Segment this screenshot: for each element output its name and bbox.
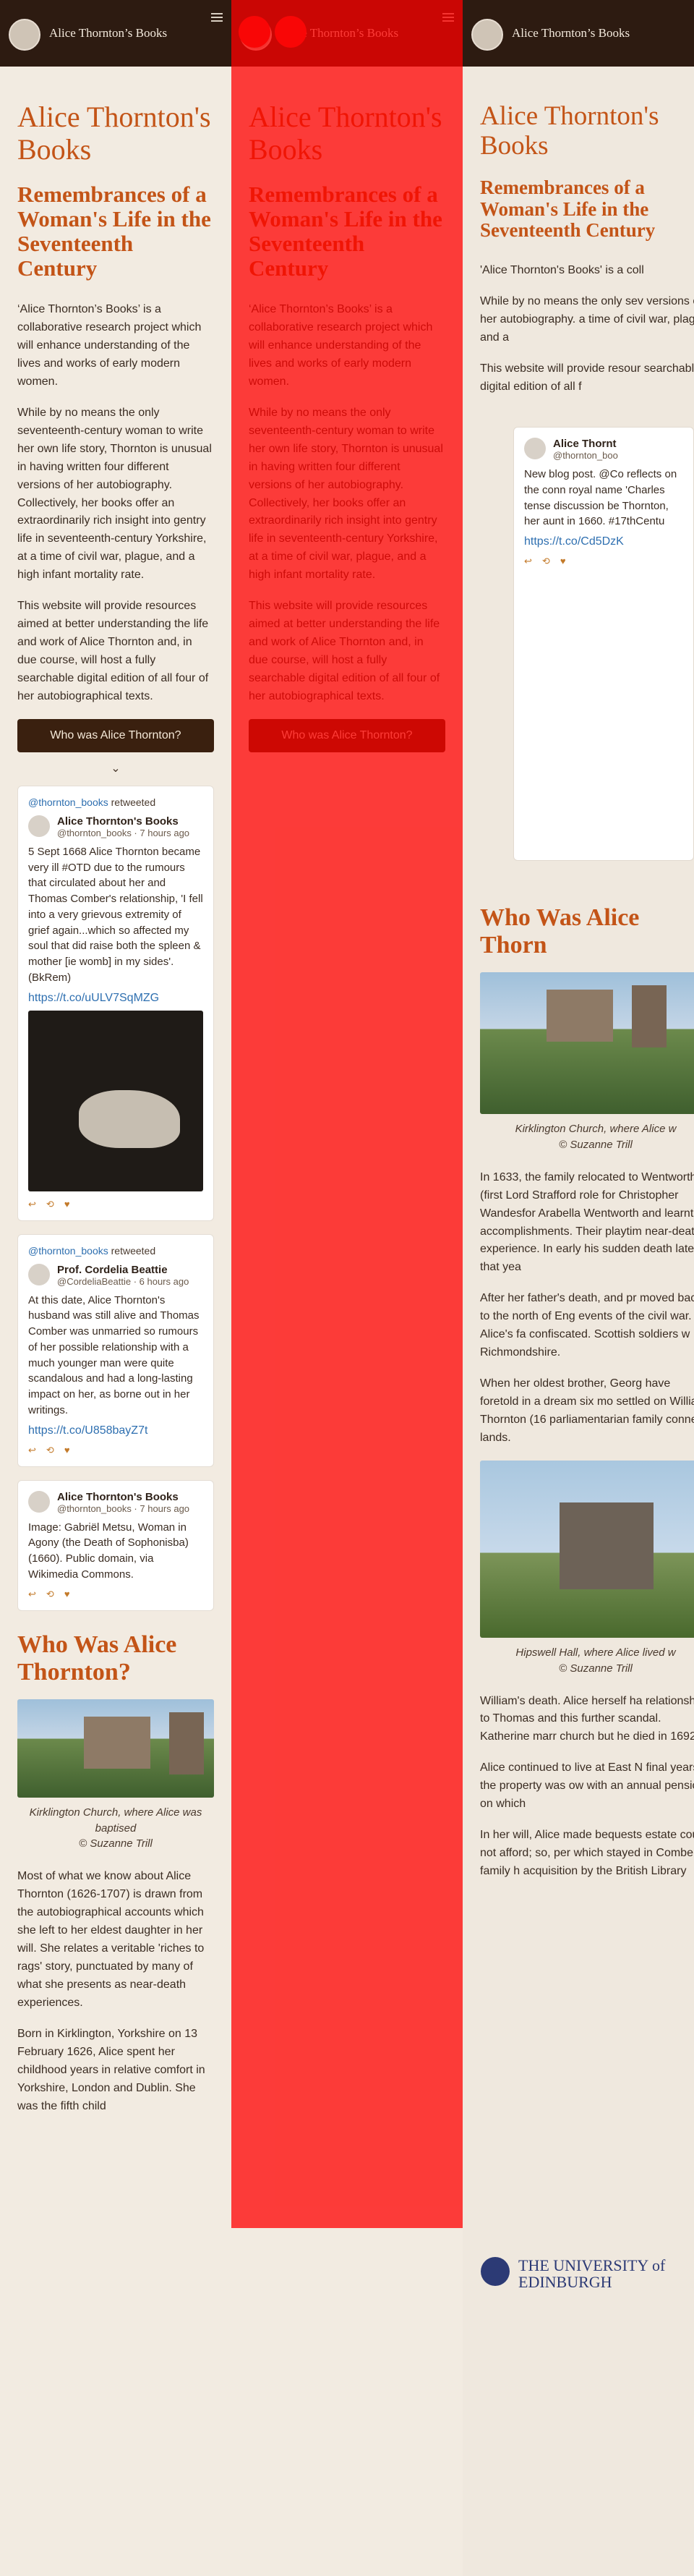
col3-text-1: In 1633, the family relocated to Wentwor…: [480, 1170, 694, 1274]
site-logo[interactable]: [471, 19, 503, 51]
retweet-icon[interactable]: ⟲: [46, 1589, 54, 1600]
who-was-button[interactable]: Who was Alice Thornton?: [17, 718, 214, 752]
church-caption: Kirklington Church, where Alice was bapt…: [29, 1806, 202, 1850]
tweet-image[interactable]: [28, 1010, 203, 1191]
tweet-header: Alice Thornton's Books @thornton_books ·…: [28, 1490, 203, 1514]
university-name: THE UNIVERSITY of EDINBURGH: [518, 2256, 666, 2292]
avatar[interactable]: [28, 1263, 50, 1285]
tweet-author[interactable]: Alice Thornt: [553, 438, 618, 450]
tweet-author[interactable]: Alice Thornton's Books: [57, 1491, 189, 1503]
like-icon[interactable]: ♥: [64, 1199, 70, 1210]
site-title[interactable]: Alice Thornton’s Books: [512, 26, 630, 41]
like-icon[interactable]: ♥: [64, 1589, 70, 1600]
retweet-line: @thornton_books retweeted: [28, 796, 203, 808]
tweet-text: Image: Gabriël Metsu, Woman in Agony (th…: [28, 1521, 189, 1581]
col3-paragraph-2: While by no means the only sev versions …: [480, 294, 694, 344]
reply-icon[interactable]: ↩: [28, 1445, 36, 1456]
col3-text-3: When her oldest brother, Georg have fore…: [480, 1377, 694, 1445]
tweet-handle[interactable]: @thornton_books · 7 hours ago: [57, 1503, 189, 1514]
tweet-text: New blog post. @Co reflects on the conn …: [524, 468, 677, 528]
tweet-header: Prof. Cordelia Beattie @CordeliaBeattie …: [28, 1263, 203, 1287]
col3-paragraph-3: This website will provide resour searcha…: [480, 362, 694, 393]
like-icon[interactable]: ♥: [560, 556, 566, 567]
sidebar-tweet: Alice Thornt @thornton_boo New blog post…: [513, 427, 694, 861]
intro-paragraph-3: This website will provide resources aime…: [17, 600, 209, 703]
page-title: Alice Thornton's Books: [17, 101, 211, 166]
university-logo[interactable]: THE UNIVERSITY of EDINBURGH: [481, 2256, 676, 2292]
tweet-actions: ↩ ⟲ ♥: [524, 556, 683, 567]
tweet-card: @thornton_books retweeted Prof. Cordelia…: [17, 1233, 214, 1467]
tweet-handle[interactable]: @thornton_books · 7 hours ago: [57, 828, 189, 838]
who-heading: Who Was Alice Thorn: [480, 904, 640, 959]
avatar[interactable]: [524, 438, 546, 459]
reply-icon[interactable]: ↩: [28, 1199, 36, 1210]
church-image[interactable]: [17, 1699, 214, 1798]
tweet-author[interactable]: Prof. Cordelia Beattie: [57, 1264, 189, 1276]
hipswell-caption: Hipswell Hall, where Alice lived w © Suz…: [515, 1646, 676, 1675]
retweet-icon[interactable]: ⟲: [542, 556, 550, 567]
tweet-author[interactable]: Alice Thornton's Books: [57, 815, 189, 828]
retweet-user-link[interactable]: @thornton_books: [28, 796, 108, 808]
col3-text-5: Alice continued to live at East N final …: [480, 1761, 694, 1811]
tweet-header: Alice Thornt @thornton_boo: [524, 438, 683, 461]
tweet-link[interactable]: https://t.co/uULV7SqMZG: [28, 992, 159, 1004]
tweet-actions: ↩ ⟲ ♥: [28, 1589, 203, 1600]
crest-icon: [481, 2257, 510, 2286]
retweet-suffix: retweeted: [111, 796, 156, 808]
retweet-user-link[interactable]: @thornton_books: [28, 1245, 108, 1257]
col3-text-4: William's death. Alice herself ha relati…: [480, 1694, 694, 1743]
who-heading: Who Was Alice Thornton?: [17, 1631, 177, 1686]
desktop-content: Alice Thornton's Books Remembrances of a…: [480, 101, 694, 409]
tweet-card: Alice Thornton's Books @thornton_books ·…: [17, 1479, 214, 1611]
church-caption: Kirklington Church, where Alice w © Suza…: [515, 1123, 677, 1151]
tweet-header: Alice Thornton's Books @thornton_books ·…: [28, 815, 203, 838]
who-section: Who Was Alice Thorn Kirklington Church, …: [480, 904, 694, 1894]
retweet-icon[interactable]: ⟲: [46, 1199, 54, 1210]
tweet-actions: ↩ ⟲ ♥: [28, 1199, 203, 1210]
subtitle: Remembrances of a Woman's Life in the Se…: [480, 176, 656, 242]
tweet-card: @thornton_books retweeted Alice Thornton…: [17, 785, 214, 1221]
tweet-link[interactable]: https://t.co/Cd5DzK: [524, 535, 624, 548]
intro-paragraph-1: ‘Alice Thornton’s Books’ is a collaborat…: [17, 302, 202, 388]
col3-text-2: After her father's death, and pr moved b…: [480, 1292, 694, 1359]
page-title: Alice Thornton's Books: [480, 101, 659, 161]
top-bar: Alice Thornton’s Books: [463, 0, 694, 67]
tweet-text: 5 Sept 1668 Alice Thornton became very i…: [28, 845, 203, 984]
tweet-text: At this date, Alice Thornton's husband w…: [28, 1293, 200, 1416]
tweet-handle[interactable]: @thornton_boo: [553, 450, 618, 461]
top-bar: Alice Thornton’s Books: [0, 0, 231, 67]
chevron-down-icon[interactable]: ⌄: [17, 761, 214, 775]
col3-text-6: In her will, Alice made bequests estate …: [480, 1829, 694, 1878]
subtitle: Remembrances of a Woman's Life in the Se…: [17, 181, 211, 281]
like-icon[interactable]: ♥: [64, 1445, 70, 1456]
avatar[interactable]: [28, 1490, 50, 1513]
reply-icon[interactable]: ↩: [28, 1589, 36, 1600]
retweet-suffix: retweeted: [111, 1244, 156, 1257]
tweet-handle[interactable]: @CordeliaBeattie · 6 hours ago: [57, 1276, 189, 1287]
site-title[interactable]: Alice Thornton’s Books: [49, 26, 167, 41]
column-1: Alice Thornton’s Books Alice Thornton's …: [0, 0, 231, 2576]
lead: 'Alice Thornton's Books' is a coll: [480, 263, 644, 276]
reply-icon[interactable]: ↩: [524, 556, 532, 567]
tweet-link[interactable]: https://t.co/U858bayZ7t: [28, 1424, 147, 1437]
column-3: Alice Thornton’s Books Alice Thornton's …: [463, 0, 694, 2576]
avatar[interactable]: [28, 815, 50, 837]
hipswell-image[interactable]: [480, 1461, 694, 1638]
intro-paragraph-2: While by no means the only seventeenth-c…: [17, 406, 212, 582]
retweet-line: @thornton_books retweeted: [28, 1245, 203, 1257]
menu-icon[interactable]: [211, 13, 223, 22]
intro: Alice Thornton's Books Remembrances of a…: [17, 101, 214, 2129]
who-paragraph-2: Born in Kirklington, Yorkshire on 13 Feb…: [17, 2027, 205, 2112]
red-overlay: [231, 0, 463, 2228]
tweet-actions: ↩ ⟲ ♥: [28, 1445, 203, 1456]
church-image[interactable]: [480, 972, 694, 1115]
who-paragraph-1: Most of what we know about Alice Thornto…: [17, 1870, 205, 2009]
site-logo[interactable]: [9, 19, 40, 51]
retweet-icon[interactable]: ⟲: [46, 1445, 54, 1456]
column-2: Alice Thornton’s Books Alice Thornton's …: [231, 0, 463, 2576]
